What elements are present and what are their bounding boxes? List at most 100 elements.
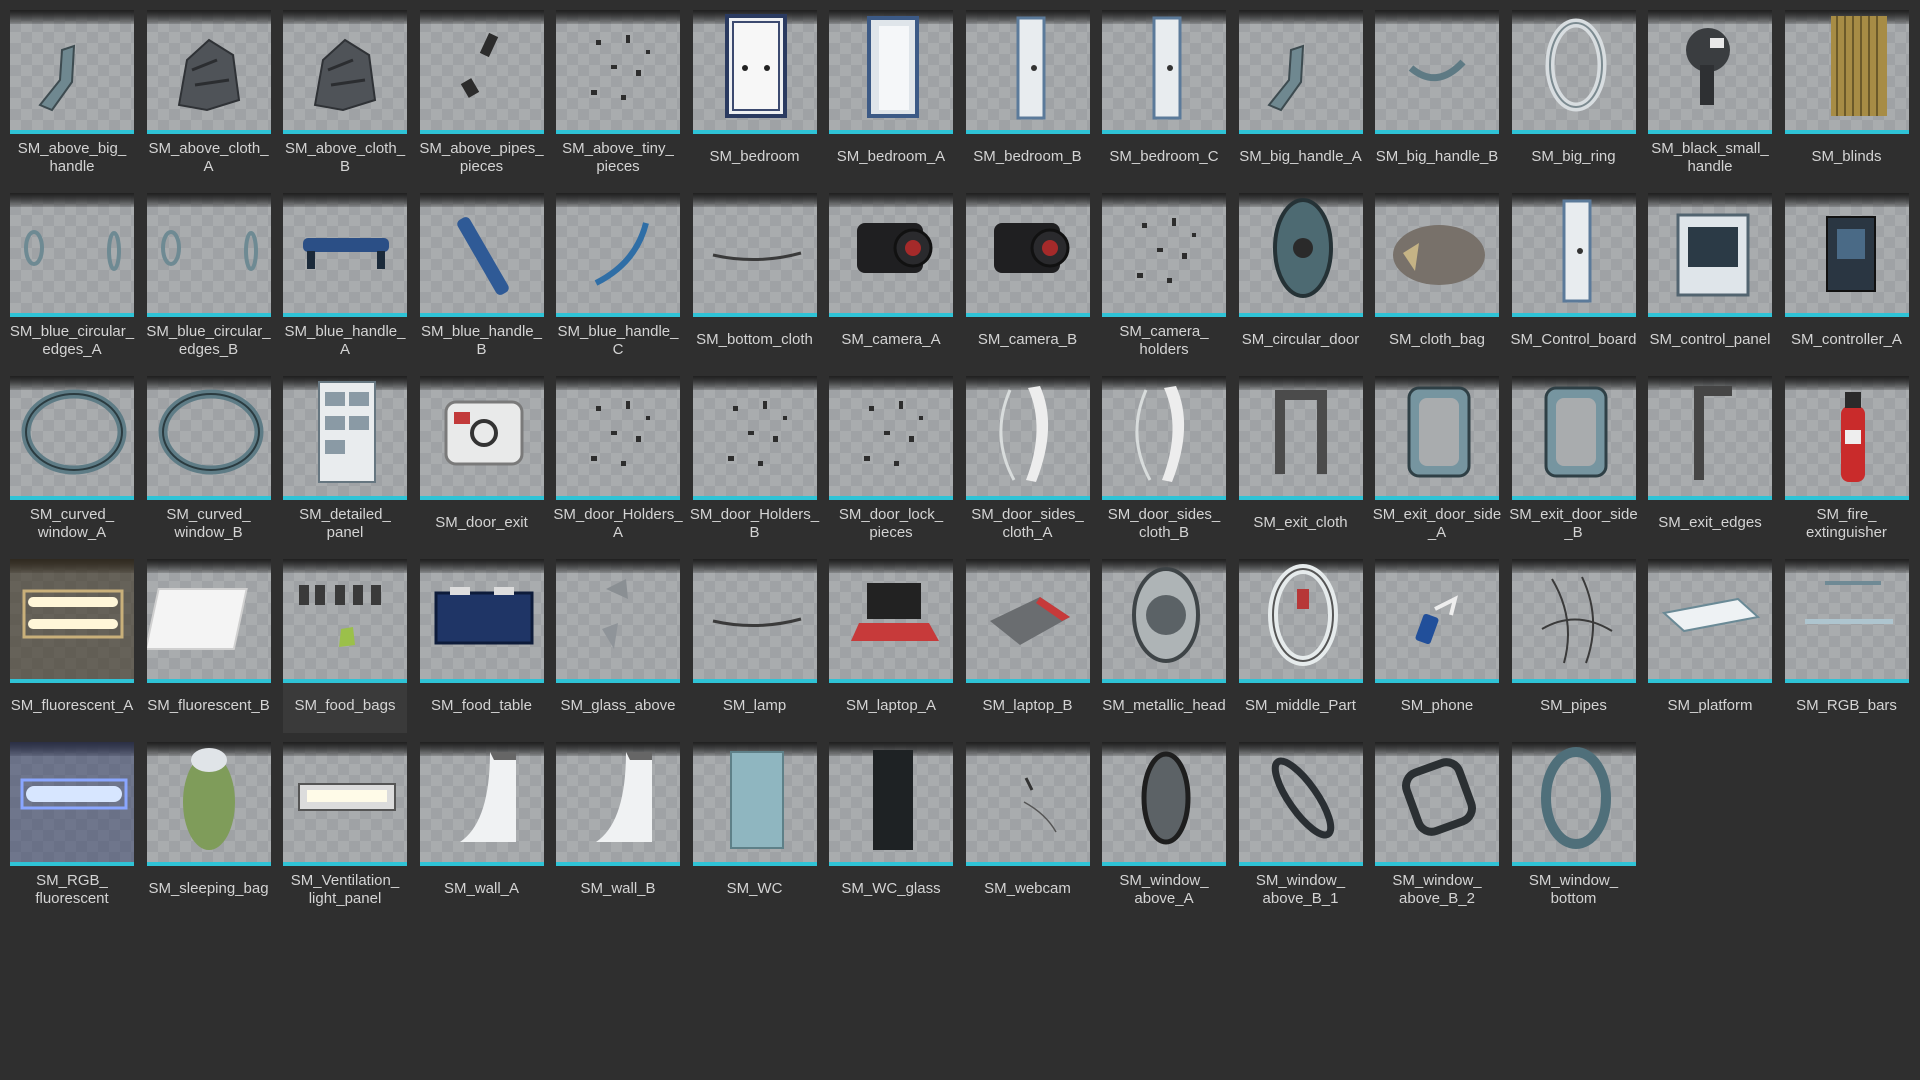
asset-tile-sm-ventilation-light-panel[interactable]: SM_Ventilation_ light_panel [283, 742, 407, 916]
asset-tile-sm-door-sides-cloth-a[interactable]: SM_door_sides_ cloth_A [965, 376, 1090, 550]
asset-tile-sm-bottom-cloth[interactable]: SM_bottom_cloth [692, 193, 817, 367]
asset-tile-sm-pipes[interactable]: SM_pipes [1511, 559, 1636, 733]
asset-tile-sm-door-lock-pieces[interactable]: SM_door_lock_ pieces [829, 376, 953, 550]
middle-ring-icon [1267, 564, 1338, 666]
asset-tile-sm-bedroom[interactable]: SM_bedroom [692, 10, 817, 184]
asset-tile-sm-exit-door-side-b[interactable]: SM_exit_door_side _B [1509, 376, 1638, 550]
asset-thumbnail [10, 193, 134, 317]
asset-tile-sm-webcam[interactable]: SM_webcam [965, 742, 1090, 916]
asset-tile-sm-metallic-head[interactable]: SM_metallic_head [1102, 559, 1226, 733]
asset-tile-sm-circular-door[interactable]: SM_circular_door [1238, 193, 1363, 367]
asset-tile-sm-rgb-fluorescent[interactable]: SM_RGB_ fluorescent [10, 742, 134, 916]
asset-tile-sm-blue-circular-edges-a[interactable]: SM_blue_circular_ edges_A [10, 193, 134, 367]
asset-thumbnail [829, 193, 953, 317]
asset-tile-sm-black-small-handle[interactable]: SM_black_small_ handle [1648, 10, 1772, 184]
asset-label: SM_Ventilation_ light_panel [290, 872, 400, 907]
wc-glass-icon [873, 750, 913, 850]
asset-tile-sm-blue-circular-edges-b[interactable]: SM_blue_circular_ edges_B [146, 193, 271, 367]
asset-tile-sm-rgb-bars[interactable]: SM_RGB_bars [1784, 559, 1909, 733]
asset-thumbnail [1375, 10, 1499, 134]
asset-tile-sm-door-holders-a[interactable]: SM_door_Holders_ A [553, 376, 683, 550]
asset-tile-sm-curved-window-b[interactable]: SM_curved_ window_B [146, 376, 271, 550]
asset-tile-sm-exit-cloth[interactable]: SM_exit_cloth [1238, 376, 1363, 550]
oval-tilt-icon [1271, 757, 1334, 839]
asset-tile-sm-window-bottom[interactable]: SM_window_ bottom [1511, 742, 1636, 916]
asset-tile-sm-wall-b[interactable]: SM_wall_B [556, 742, 680, 916]
asset-tile-sm-laptop-b[interactable]: SM_laptop_B [965, 559, 1090, 733]
asset-tile-sm-middle-part[interactable]: SM_middle_Part [1238, 559, 1363, 733]
asset-thumbnail [146, 559, 271, 683]
asset-tile-sm-control-board[interactable]: SM_Control_board [1511, 193, 1636, 367]
tiny-pieces-icon [727, 401, 787, 466]
asset-tile-sm-fluorescent-a[interactable]: SM_fluorescent_A [10, 559, 134, 733]
extinguisher-icon [1840, 392, 1865, 482]
asset-tile-sm-camera-holders[interactable]: SM_camera_ holders [1102, 193, 1226, 367]
asset-tile-sm-wc-glass[interactable]: SM_WC_glass [829, 742, 953, 916]
asset-tile-sm-cloth-bag[interactable]: SM_cloth_bag [1375, 193, 1499, 367]
asset-tile-sm-controller-a[interactable]: SM_controller_A [1784, 193, 1909, 367]
asset-tile-sm-bedroom-b[interactable]: SM_bedroom_B [965, 10, 1090, 184]
asset-tile-sm-glass-above[interactable]: SM_glass_above [556, 559, 680, 733]
asset-tile-sm-window-above-a[interactable]: SM_window_ above_A [1102, 742, 1226, 916]
tiny-pieces-icon [1137, 218, 1196, 283]
asset-tile-sm-blue-handle-a[interactable]: SM_blue_handle_ A [283, 193, 407, 367]
asset-thumbnail [1102, 193, 1226, 317]
asset-label: SM_door_exit [435, 514, 528, 531]
asset-tile-sm-camera-b[interactable]: SM_camera_B [965, 193, 1090, 367]
asset-tile-sm-wc[interactable]: SM_WC [692, 742, 817, 916]
asset-label: SM_bedroom [709, 148, 800, 165]
asset-tile-sm-above-cloth-a[interactable]: SM_above_cloth_ A [146, 10, 271, 184]
safe-door-icon [444, 400, 523, 466]
asset-tile-sm-above-pipes-pieces[interactable]: SM_above_pipes_ pieces [419, 10, 544, 184]
asset-tile-sm-control-panel[interactable]: SM_control_panel [1648, 193, 1772, 367]
asset-thumbnail [1511, 742, 1636, 866]
asset-label: SM_bedroom_A [836, 148, 946, 165]
asset-tile-sm-phone[interactable]: SM_phone [1375, 559, 1499, 733]
asset-tile-sm-big-handle-a[interactable]: SM_big_handle_A [1238, 10, 1363, 184]
asset-tile-sm-window-above-b-1[interactable]: SM_window_ above_B_1 [1238, 742, 1363, 916]
window-ring-icon [1540, 747, 1611, 849]
asset-tile-sm-wall-a[interactable]: SM_wall_A [419, 742, 544, 916]
asset-tile-sm-exit-edges[interactable]: SM_exit_edges [1648, 376, 1772, 550]
asset-thumbnail [1784, 10, 1909, 134]
asset-tile-sm-above-tiny-pieces[interactable]: SM_above_tiny_ pieces [556, 10, 680, 184]
asset-tile-sm-blue-handle-c[interactable]: SM_blue_handle_ C [556, 193, 680, 367]
asset-tile-sm-above-big-handle[interactable]: SM_above_big_ handle [10, 10, 134, 184]
asset-thumbnail [829, 10, 953, 134]
asset-thumbnail [1648, 559, 1772, 683]
asset-tile-sm-food-bags[interactable]: SM_food_bags [283, 559, 407, 733]
asset-tile-sm-window-above-b-2[interactable]: SM_window_ above_B_2 [1375, 742, 1499, 916]
tiny-pieces-icon [591, 401, 650, 466]
asset-tile-sm-fluorescent-b[interactable]: SM_fluorescent_B [146, 559, 271, 733]
asset-tile-sm-food-table[interactable]: SM_food_table [419, 559, 544, 733]
asset-thumbnail [1511, 193, 1636, 317]
asset-thumbnail [829, 376, 953, 500]
asset-tile-sm-lamp[interactable]: SM_lamp [692, 559, 817, 733]
asset-tile-sm-camera-a[interactable]: SM_camera_A [829, 193, 953, 367]
asset-tile-sm-blinds[interactable]: SM_blinds [1784, 10, 1909, 184]
asset-thumbnail [419, 742, 544, 866]
asset-label: SM_WC [726, 880, 783, 897]
asset-tile-sm-door-holders-b[interactable]: SM_door_Holders_ B [690, 376, 819, 550]
asset-tile-sm-big-ring[interactable]: SM_big_ring [1511, 10, 1636, 184]
asset-tile-sm-sleeping-bag[interactable]: SM_sleeping_bag [146, 742, 271, 916]
asset-tile-sm-bedroom-c[interactable]: SM_bedroom_C [1102, 10, 1226, 184]
round-door-icon [1272, 198, 1333, 298]
asset-tile-sm-above-cloth-b[interactable]: SM_above_cloth_ B [283, 10, 407, 184]
asset-tile-sm-bedroom-a[interactable]: SM_bedroom_A [829, 10, 953, 184]
asset-tile-sm-fire-extinguisher[interactable]: SM_fire_ extinguisher [1784, 376, 1909, 550]
asset-tile-sm-detailed-panel[interactable]: SM_detailed_ panel [283, 376, 407, 550]
asset-tile-sm-big-handle-b[interactable]: SM_big_handle_B [1375, 10, 1499, 184]
asset-tile-sm-platform[interactable]: SM_platform [1648, 559, 1772, 733]
asset-tile-sm-door-exit[interactable]: SM_door_exit [419, 376, 544, 550]
asset-tile-sm-curved-window-a[interactable]: SM_curved_ window_A [10, 376, 134, 550]
asset-tile-sm-exit-door-side-a[interactable]: SM_exit_door_side _A [1373, 376, 1501, 550]
asset-label: SM_black_small_ handle [1651, 140, 1769, 175]
flat-line-icon [712, 251, 801, 261]
asset-label: SM_phone [1400, 697, 1474, 714]
asset-tile-sm-door-sides-cloth-b[interactable]: SM_door_sides_ cloth_B [1102, 376, 1226, 550]
asset-thumbnail [1511, 376, 1636, 500]
asset-tile-sm-laptop-a[interactable]: SM_laptop_A [829, 559, 953, 733]
asset-label: SM_curved_ window_A [29, 506, 115, 541]
asset-tile-sm-blue-handle-b[interactable]: SM_blue_handle_ B [419, 193, 544, 367]
